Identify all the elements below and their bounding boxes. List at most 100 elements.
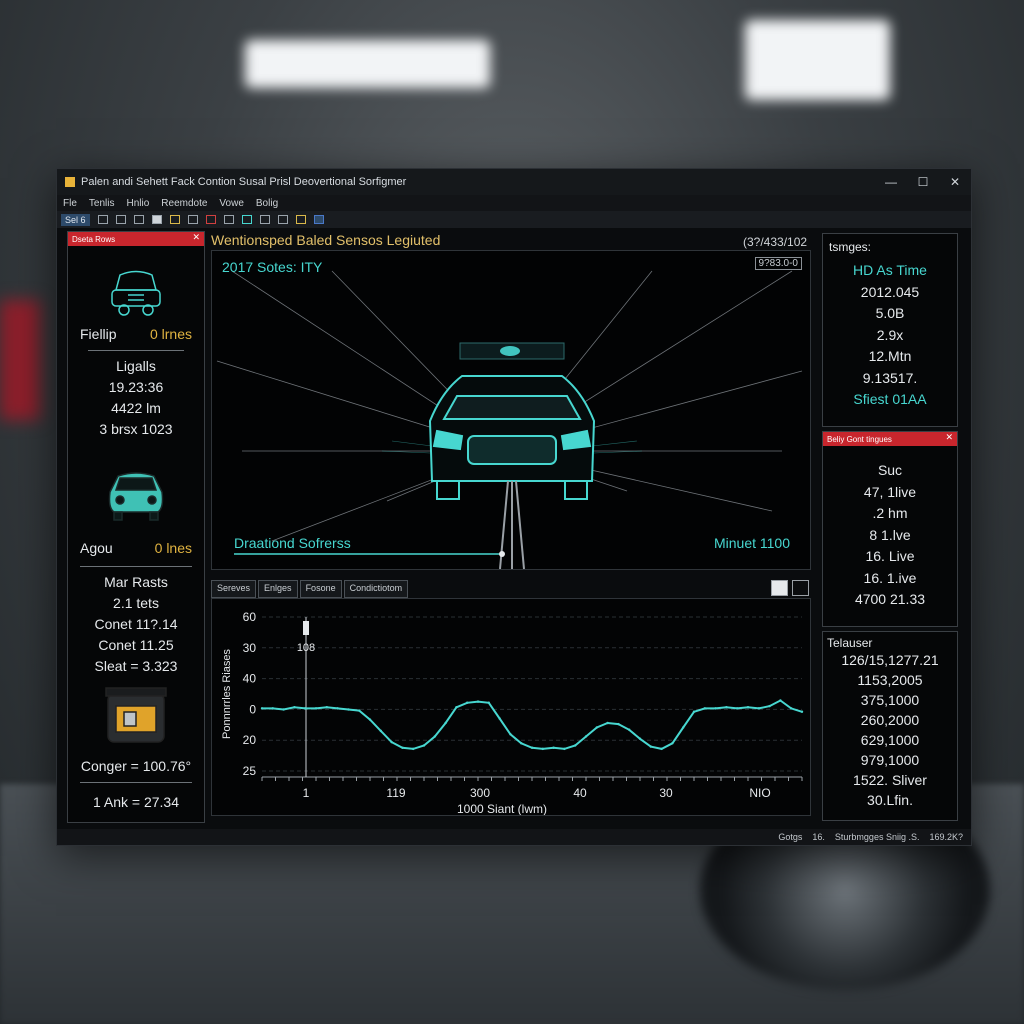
series-point: [271, 707, 274, 710]
car2-name: Agou: [80, 540, 113, 556]
cursor-icon[interactable]: [97, 215, 108, 224]
menu-view[interactable]: Vowe: [219, 198, 243, 209]
series-point: [293, 706, 296, 709]
folder-icon[interactable]: [169, 215, 180, 224]
menu-file[interactable]: Fle: [63, 198, 77, 209]
timing-line: 2.9x: [876, 326, 904, 343]
menu-remote[interactable]: Reemdote: [161, 198, 207, 209]
series-point: [552, 746, 555, 749]
condition-line: 16. Live: [865, 548, 915, 564]
series-point: [379, 729, 382, 733]
export-icon[interactable]: [792, 580, 809, 596]
ligalls-block: Ligalls 19.23:36 4422 lm 3 brsx 1023: [68, 356, 204, 440]
conger-value: Conger = 100.76°: [80, 758, 192, 774]
minimize-button[interactable]: —: [875, 169, 907, 195]
timing-title: tsmges:: [829, 240, 872, 254]
series-point: [692, 710, 696, 713]
close-icon[interactable]: ✕: [945, 432, 953, 443]
close-icon[interactable]: ✕: [192, 232, 200, 243]
chart-icon[interactable]: [133, 215, 144, 224]
mar-rasts-line: 2.1 tets: [113, 595, 159, 611]
series-point: [606, 721, 609, 725]
divider: [88, 350, 184, 351]
filter-icon[interactable]: [277, 215, 288, 224]
series-point: [790, 707, 793, 710]
toolbar-session-button[interactable]: Sel 6: [61, 213, 90, 226]
divider: [80, 782, 192, 783]
mar-rasts-block: Mar Rasts 2.1 tets Conet 11?.14 Conet 11…: [68, 572, 204, 677]
menu-build[interactable]: Bolig: [256, 198, 278, 209]
menu-help[interactable]: Hnlio: [126, 198, 149, 209]
cursor-marker-label: 108: [297, 642, 315, 654]
series-point: [433, 735, 436, 738]
square-icon[interactable]: [151, 215, 162, 224]
view-top-right-box: 9?83.0-0: [754, 257, 802, 270]
series-point: [325, 706, 328, 709]
status-item: Gotgs: [778, 832, 803, 842]
tab-engines[interactable]: Enlges: [258, 580, 298, 598]
ligalls-line: 4422 lm: [111, 400, 161, 416]
mar-rasts-line: Sleat = 3.323: [94, 658, 178, 674]
ligalls-line: 3 brsx 1023: [99, 421, 173, 437]
condition-line: Suc: [877, 462, 903, 478]
telauser-line: 375,1000: [860, 692, 920, 708]
series-point: [628, 728, 631, 731]
car1-value: 0 lrnes: [149, 326, 192, 342]
grid-icon[interactable]: [115, 215, 126, 224]
condition-line: .2 hm: [872, 505, 908, 521]
series-point: [487, 701, 490, 704]
mar-rasts-line: Conet 11?.14: [94, 616, 178, 632]
telauser-line: 979,1000: [860, 752, 920, 768]
series-point: [347, 708, 350, 711]
car-engine-icon: [111, 270, 161, 316]
timing-line: 5.0B: [875, 305, 905, 321]
series-point: [736, 707, 739, 710]
timing-footer: Sfiest 01AA: [853, 391, 927, 407]
condition-line: 16. 1.ive: [863, 569, 917, 586]
tab-conditions[interactable]: Condictiotom: [343, 580, 409, 598]
export-icon[interactable]: [295, 215, 306, 224]
telauser-line: 629,1000: [860, 732, 920, 748]
telauser-title: Telauser: [827, 636, 873, 650]
tab-fosone[interactable]: Fosone: [299, 580, 342, 598]
ligalls-title: Ligalls: [116, 358, 156, 374]
toolbar: Sel 6: [57, 211, 971, 228]
ligalls-line: 19.23:36: [108, 379, 164, 395]
settings-icon[interactable]: [259, 215, 270, 224]
ceiling-light-left: [245, 40, 490, 88]
tab-sensors[interactable]: Sereves: [211, 580, 257, 598]
series-point: [412, 747, 415, 751]
x-tick-label: 300: [470, 786, 490, 800]
error-icon[interactable]: [205, 215, 216, 224]
menu-tools[interactable]: Tenlis: [89, 198, 115, 209]
info-icon[interactable]: [313, 215, 324, 224]
background-red-banner: [0, 300, 40, 420]
close-button[interactable]: ✕: [939, 169, 971, 195]
save-icon[interactable]: [187, 215, 198, 224]
series-point: [584, 735, 588, 738]
series-point: [368, 718, 372, 721]
series-point: [390, 740, 393, 744]
mar-rasts-line: Conet 11.25: [98, 637, 174, 653]
series-point: [779, 699, 782, 702]
condition-line: 4700 21.33: [854, 591, 926, 607]
telauser-line: 1522. Sliver: [853, 772, 927, 788]
series-point: [595, 726, 598, 729]
square-stop-icon[interactable]: [223, 215, 234, 224]
connect-icon[interactable]: [241, 215, 252, 224]
status-item: Sturbmgges Sniig .S.: [834, 832, 920, 842]
conditions-header: Beliy Gont tingues ✕: [823, 432, 957, 446]
maximize-button[interactable]: ☐: [907, 169, 939, 195]
left-panel-header: Dseta Rows ✕: [68, 232, 204, 246]
timing-hd: HD As Time: [853, 262, 927, 278]
left-panel-title: Dseta Rows: [72, 234, 116, 244]
cursor-marker-handle: [303, 621, 309, 635]
series-point: [358, 709, 361, 712]
edit-icon[interactable]: [771, 580, 788, 596]
timing-line: 9.13517.: [862, 369, 918, 386]
series-point: [455, 706, 458, 709]
sensor-visualization: 2017 Sotes: ITY 9?83.0-0 Draationd Sofre…: [211, 250, 811, 570]
series-point: [574, 744, 577, 747]
series-point: [649, 745, 652, 748]
series-point: [509, 733, 512, 736]
